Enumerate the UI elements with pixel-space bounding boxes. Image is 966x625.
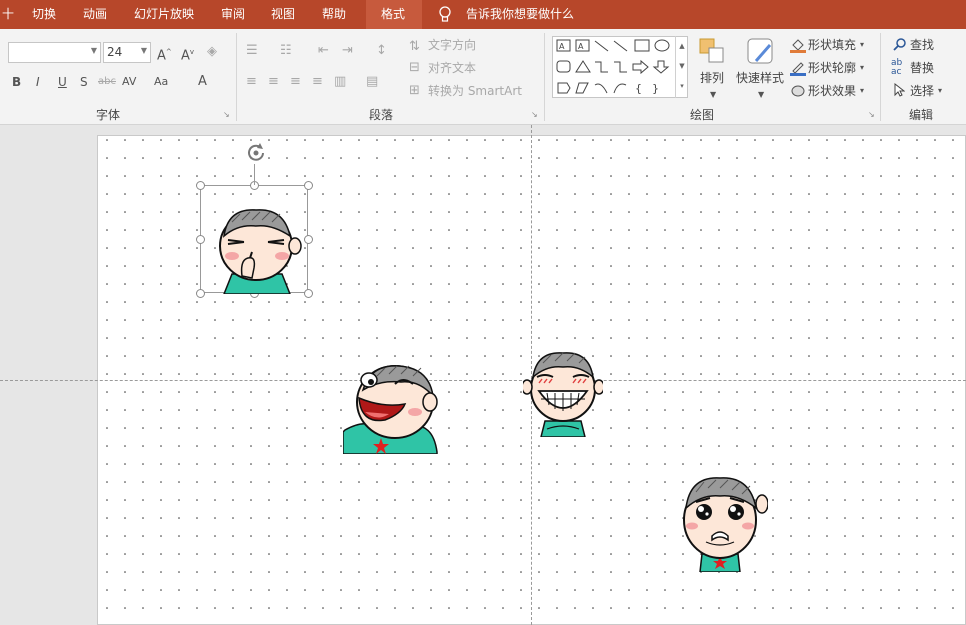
menu-tab-view[interactable]: 视图: [271, 0, 295, 29]
resize-handle[interactable]: [196, 181, 205, 190]
font-color-button[interactable]: A: [198, 74, 207, 90]
search-icon[interactable]: [893, 37, 907, 56]
arrange-button[interactable]: 排列: [700, 70, 724, 86]
decrease-indent-icon[interactable]: ⇤: [318, 43, 329, 59]
shapes-gallery-scroll[interactable]: ▲ ▼ ▾: [675, 36, 688, 98]
lightbulb-icon[interactable]: [438, 0, 452, 29]
italic-button[interactable]: I: [36, 74, 40, 90]
svg-text:}: }: [652, 82, 659, 95]
bullets-icon[interactable]: ☰: [246, 43, 258, 59]
divider: [236, 33, 237, 121]
chevron-down-icon[interactable]: ▾: [860, 60, 864, 76]
horizontal-guide[interactable]: [0, 380, 966, 381]
character-grinning-sticker[interactable]: [523, 349, 603, 437]
chevron-down-icon[interactable]: ▼: [758, 87, 764, 103]
menu-tab-transitions[interactable]: 切换: [32, 0, 56, 29]
chevron-down-icon[interactable]: ▾: [860, 37, 864, 53]
arrange-icon[interactable]: [698, 37, 726, 70]
drawing-dialog-launcher-icon[interactable]: ↘: [868, 111, 876, 119]
shape-effects-button[interactable]: 形状效果: [808, 83, 856, 99]
character-sad-sticker[interactable]: [676, 474, 768, 572]
paragraph-group-label: 段落: [369, 108, 394, 122]
text-direction-icon[interactable]: ⇅: [409, 39, 420, 55]
resize-handle[interactable]: [196, 289, 205, 298]
resize-handle[interactable]: [304, 181, 313, 190]
menu-tab-help[interactable]: 帮助: [322, 0, 346, 29]
text-direction-button[interactable]: 文字方向: [428, 37, 476, 53]
menu-tab-partial[interactable]: 十: [2, 0, 14, 29]
menu-tab-slideshow[interactable]: 幻灯片放映: [134, 0, 194, 29]
bold-button[interactable]: B: [12, 74, 21, 90]
shape-fill-button[interactable]: 形状填充: [808, 37, 856, 53]
svg-text:A: A: [559, 42, 565, 51]
find-button[interactable]: 查找: [910, 37, 934, 53]
paragraph-dialog-launcher-icon[interactable]: ↘: [531, 111, 539, 119]
decrease-font-icon[interactable]: Av: [181, 44, 194, 64]
line-spacing-icon[interactable]: ↕: [376, 43, 387, 59]
numbering-icon[interactable]: ☷: [280, 43, 292, 59]
pencil-icon[interactable]: [790, 60, 806, 81]
font-size-value: 24: [107, 45, 123, 59]
rotate-handle-icon[interactable]: [243, 140, 269, 169]
increase-font-icon[interactable]: A^: [157, 44, 172, 64]
smartart-icon[interactable]: ⊞: [409, 83, 420, 99]
drawing-group-label: 绘图: [690, 108, 715, 122]
resize-handle[interactable]: [304, 289, 313, 298]
font-size-input[interactable]: 24 ▼: [103, 42, 151, 63]
cursor-icon[interactable]: [893, 82, 906, 102]
align-text-button[interactable]: 对齐文本: [428, 60, 476, 76]
distribute-icon[interactable]: ▥: [334, 74, 346, 90]
character-shy-sticker[interactable]: [212, 206, 304, 294]
char-spacing-button[interactable]: AV: [122, 74, 136, 90]
font-name-input[interactable]: ▼: [8, 42, 101, 63]
divider: [544, 33, 545, 121]
align-left-icon[interactable]: ≡: [246, 74, 257, 90]
select-button[interactable]: 选择: [910, 83, 934, 99]
increase-indent-icon[interactable]: ⇥: [342, 43, 353, 59]
shapes-gallery[interactable]: A A { }: [552, 36, 688, 98]
convert-smartart-button[interactable]: 转换为 SmartArt: [428, 83, 522, 99]
resize-handle[interactable]: [196, 235, 205, 244]
quick-styles-icon[interactable]: [746, 37, 776, 72]
shape-effects-icon[interactable]: [790, 83, 806, 104]
tell-me-search[interactable]: 告诉我你想要做什么: [466, 0, 574, 29]
underline-button[interactable]: U: [58, 74, 67, 90]
menu-tab-format[interactable]: 格式: [381, 0, 405, 29]
change-case-button[interactable]: Aa: [154, 74, 168, 90]
menu-tab-review[interactable]: 审阅: [221, 0, 245, 29]
svg-text:{: {: [635, 82, 642, 95]
divider: [880, 33, 881, 121]
strikethrough-button[interactable]: abc: [98, 74, 116, 90]
shape-outline-button[interactable]: 形状轮廓: [808, 60, 856, 76]
rotate-connector: [254, 164, 255, 185]
svg-text:A: A: [578, 42, 584, 51]
align-right-icon[interactable]: ≡: [290, 74, 301, 90]
columns-icon[interactable]: ▤: [366, 74, 378, 90]
paint-bucket-icon[interactable]: [790, 37, 806, 58]
ribbon: ▼ 24 ▼ A^ Av ◈ B I U S abc AV Aa A 字体 ↘ …: [0, 29, 966, 125]
replace-icon[interactable]: ab ac: [891, 59, 902, 77]
menu-tab-animations[interactable]: 动画: [83, 0, 107, 29]
editing-group-label: 编辑: [909, 108, 934, 122]
font-dialog-launcher-icon[interactable]: ↘: [223, 111, 231, 119]
character-laughing-sticker[interactable]: [343, 362, 439, 454]
shadow-button[interactable]: S: [80, 74, 88, 90]
clear-format-icon[interactable]: ◈: [207, 44, 217, 60]
replace-button[interactable]: 替换: [910, 60, 934, 76]
chevron-down-icon[interactable]: ▾: [860, 83, 864, 99]
font-group-label: 字体: [96, 108, 121, 122]
menu-bar: 十 切换 动画 幻灯片放映 审阅 视图 帮助 格式 告诉我你想要做什么: [0, 0, 966, 29]
resize-handle[interactable]: [304, 235, 313, 244]
quick-styles-button[interactable]: 快速样式: [736, 70, 784, 86]
chevron-down-icon[interactable]: ▾: [938, 83, 942, 99]
align-text-icon[interactable]: ⊟: [409, 60, 420, 76]
chevron-down-icon[interactable]: ▼: [710, 87, 716, 103]
justify-icon[interactable]: ≡: [312, 74, 323, 90]
align-center-icon[interactable]: ≡: [268, 74, 279, 90]
